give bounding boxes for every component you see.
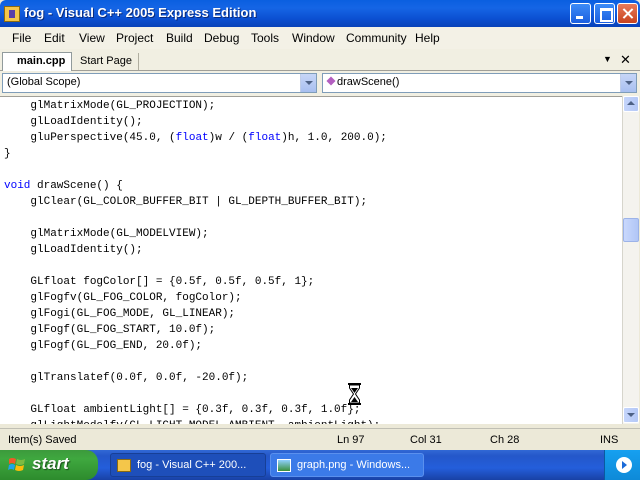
code-line: GLfloat ambientLight[] = {0.3f, 0.3f, 0.… <box>4 404 361 416</box>
close-document-icon[interactable]: ✕ <box>620 52 631 68</box>
system-tray <box>604 450 640 480</box>
picture-viewer-icon <box>277 459 291 472</box>
title-bar[interactable]: fog - Visual C++ 2005 Express Edition <box>0 0 640 27</box>
method-icon <box>326 76 336 86</box>
taskbar: start fog - Visual C++ 200... graph.png … <box>0 450 640 480</box>
code-line: glLoadIdentity(); <box>4 244 143 256</box>
scope-selector[interactable]: (Global Scope) <box>2 73 317 93</box>
code-line: glFogi(GL_FOG_MODE, GL_LINEAR); <box>4 308 236 320</box>
code-text: glMatrixMode(GL_PROJECTION); glLoadIdent… <box>4 98 387 424</box>
menu-build[interactable]: Build <box>166 31 193 45</box>
windows-flag-icon <box>8 458 25 471</box>
code-line: gluPerspective(45.0, (float)w / (float)h… <box>4 132 387 144</box>
chevron-down-icon[interactable] <box>300 74 316 92</box>
code-line: } <box>4 148 11 160</box>
tab-start-page[interactable]: Start Page <box>74 53 139 70</box>
status-line: Ln 97 <box>337 434 365 446</box>
window-title: fog - Visual C++ 2005 Express Edition <box>24 5 257 20</box>
task-label: fog - Visual C++ 200... <box>137 459 247 471</box>
code-line: glClear(GL_COLOR_BUFFER_BIT | GL_DEPTH_B… <box>4 196 368 208</box>
menu-community[interactable]: Community <box>346 31 407 45</box>
maximize-button[interactable] <box>594 3 615 24</box>
navigation-bar: (Global Scope) drawScene() <box>0 71 640 96</box>
chevron-down-icon[interactable] <box>620 74 636 92</box>
code-line: glMatrixMode(GL_PROJECTION); <box>4 100 216 112</box>
tab-list-dropdown-icon[interactable]: ▼ <box>603 54 612 64</box>
menu-window[interactable]: Window <box>292 31 335 45</box>
menu-project[interactable]: Project <box>116 31 153 45</box>
code-line: glMatrixMode(GL_MODELVIEW); <box>4 228 209 240</box>
taskbar-item-visual-cpp[interactable]: fog - Visual C++ 200... <box>110 453 266 477</box>
close-button[interactable] <box>617 3 638 24</box>
taskbar-item-image-viewer[interactable]: graph.png - Windows... <box>270 453 424 477</box>
vertical-scrollbar[interactable] <box>622 96 639 424</box>
show-hidden-icons-icon[interactable] <box>616 457 632 473</box>
menu-bar: File Edit View Project Build Debug Tools… <box>0 27 640 49</box>
menu-tools[interactable]: Tools <box>251 31 279 45</box>
scope-value: (Global Scope) <box>7 76 81 88</box>
menu-debug[interactable]: Debug <box>204 31 239 45</box>
minimize-button[interactable] <box>570 3 591 24</box>
visual-cpp-icon <box>117 459 131 472</box>
task-label: graph.png - Windows... <box>297 459 411 471</box>
status-char: Ch 28 <box>490 434 520 446</box>
document-tabs: main.cpp Start Page ▼ ✕ <box>0 49 640 71</box>
code-line: glFogf(GL_FOG_START, 10.0f); <box>4 324 216 336</box>
status-bar: Item(s) Saved Ln 97 Col 31 Ch 28 INS <box>0 428 640 450</box>
code-line: glFogfv(GL_FOG_COLOR, fogColor); <box>4 292 242 304</box>
status-column: Col 31 <box>410 434 442 446</box>
code-line: glTranslatef(0.0f, 0.0f, -20.0f); <box>4 372 249 384</box>
hourglass-cursor-icon <box>348 383 361 405</box>
scroll-up-button[interactable] <box>623 96 639 112</box>
menu-file[interactable]: File <box>12 31 31 45</box>
menu-edit[interactable]: Edit <box>44 31 65 45</box>
start-button[interactable]: start <box>0 450 98 480</box>
member-value: drawScene() <box>337 76 400 88</box>
start-label: start <box>32 454 69 473</box>
menu-help[interactable]: Help <box>415 31 440 45</box>
status-message: Item(s) Saved <box>8 434 77 446</box>
code-line: glLoadIdentity(); <box>4 116 143 128</box>
status-insert-mode: INS <box>600 434 619 446</box>
code-line: glFogf(GL_FOG_END, 20.0f); <box>4 340 203 352</box>
scroll-down-button[interactable] <box>623 407 639 423</box>
code-line: GLfloat fogColor[] = {0.5f, 0.5f, 0.5f, … <box>4 276 315 288</box>
visual-cpp-icon <box>4 6 20 22</box>
scroll-thumb[interactable] <box>623 218 639 242</box>
code-editor[interactable]: glMatrixMode(GL_PROJECTION); glLoadIdent… <box>0 96 622 424</box>
code-line: void drawScene() { <box>4 180 123 192</box>
member-selector[interactable]: drawScene() <box>322 73 637 93</box>
code-line: glLightModelfv(GL_LIGHT_MODEL_AMBIENT, a… <box>4 418 387 424</box>
menu-view[interactable]: View <box>79 31 105 45</box>
tab-main-cpp[interactable]: main.cpp <box>2 52 72 71</box>
